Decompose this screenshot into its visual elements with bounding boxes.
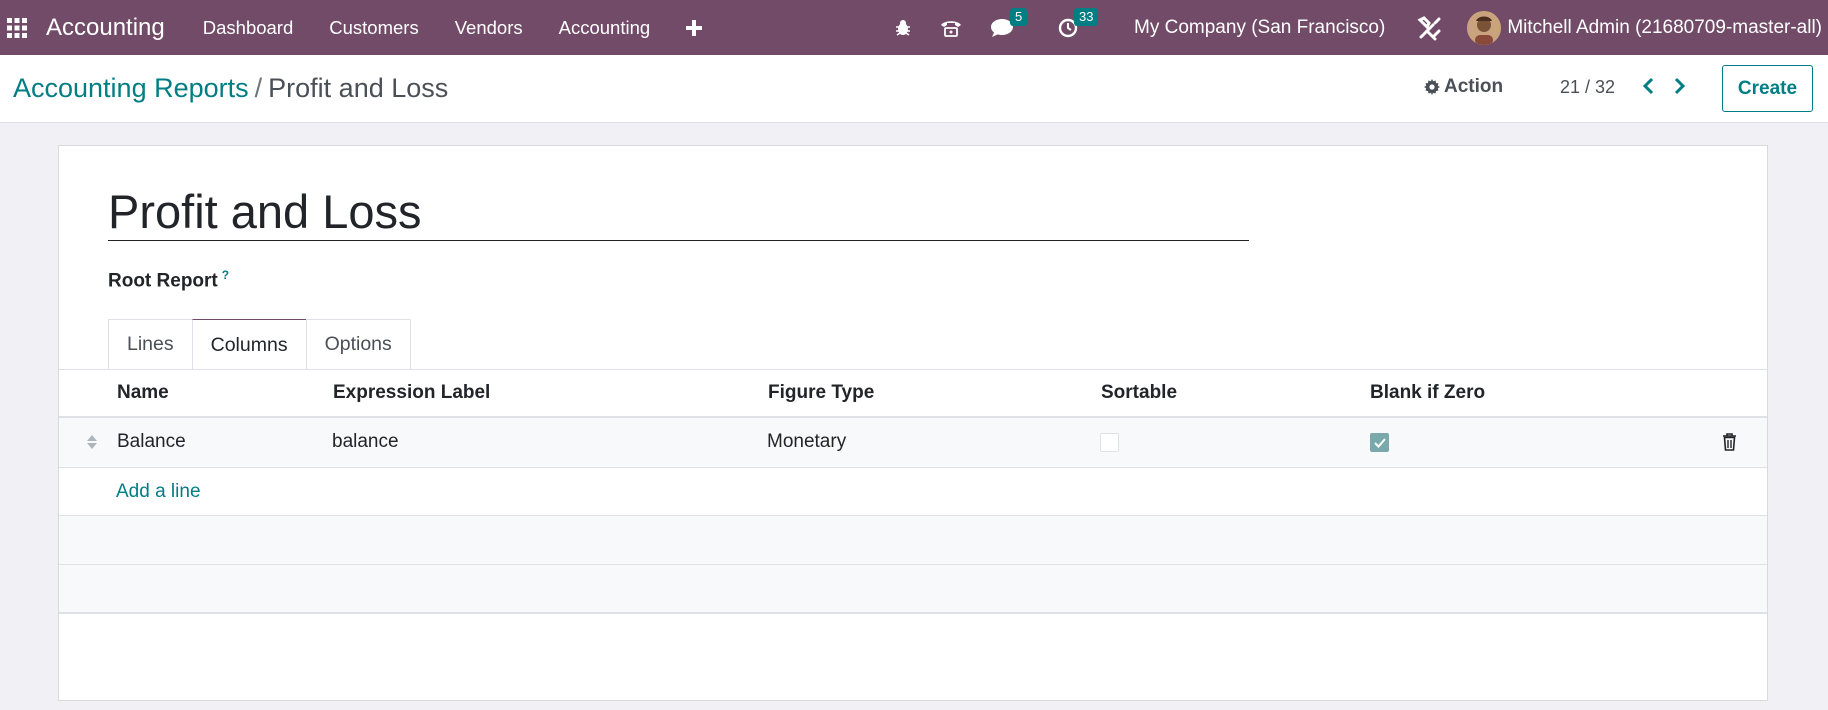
- debug-icon[interactable]: [880, 0, 926, 55]
- trash-icon[interactable]: [1722, 433, 1737, 457]
- tab-lines[interactable]: Lines: [108, 319, 193, 369]
- help-tooltip-icon[interactable]: ?: [222, 268, 229, 282]
- action-label: Action: [1444, 76, 1504, 97]
- columns-table: Name Expression Label Figure Type Sortab…: [59, 369, 1767, 614]
- pager-previous-icon[interactable]: [1641, 77, 1655, 100]
- root-report-label-text: Root Report: [108, 270, 218, 292]
- messages-count-badge: 5: [1010, 8, 1028, 26]
- sortable-checkbox[interactable]: [1100, 433, 1119, 452]
- add-line-row: Add a line: [59, 468, 1767, 516]
- checkmark-icon: [1373, 437, 1386, 448]
- empty-table-row: [59, 516, 1767, 565]
- pager-value[interactable]: 21 / 32: [1560, 77, 1615, 98]
- user-menu[interactable]: Mitchell Admin (21680709-master-all): [1501, 17, 1828, 39]
- notebook-tabs: Lines Columns Options: [108, 319, 411, 370]
- table-row[interactable]: Balance balance Monetary: [59, 418, 1767, 468]
- settings-tools-icon[interactable]: [1403, 0, 1457, 55]
- activities-count-badge: 33: [1074, 8, 1099, 26]
- pager-next-icon[interactable]: [1673, 77, 1687, 100]
- breadcrumb-current: Profit and Loss: [268, 73, 449, 103]
- add-menu-icon[interactable]: [668, 0, 720, 55]
- tab-options[interactable]: Options: [305, 319, 411, 369]
- root-report-label: Root Report?: [108, 268, 229, 292]
- table-header: Name Expression Label Figure Type Sortab…: [59, 370, 1767, 418]
- breadcrumb: Accounting Reports / Profit and Loss: [13, 73, 448, 104]
- menu-vendors[interactable]: Vendors: [437, 0, 541, 55]
- create-button[interactable]: Create: [1722, 65, 1813, 112]
- blank-if-zero-checkbox[interactable]: [1370, 433, 1389, 452]
- menu-dashboard[interactable]: Dashboard: [185, 0, 312, 55]
- header-name[interactable]: Name: [117, 382, 169, 404]
- phone-icon[interactable]: [926, 0, 976, 55]
- user-avatar[interactable]: [1467, 10, 1502, 45]
- add-a-line-link[interactable]: Add a line: [116, 481, 201, 503]
- action-button[interactable]: Action: [1424, 76, 1503, 98]
- top-navbar: Accounting Dashboard Customers Vendors A…: [0, 0, 1828, 55]
- apps-menu-icon[interactable]: [0, 0, 34, 55]
- messages-icon[interactable]: 5: [976, 0, 1044, 55]
- header-expression-label[interactable]: Expression Label: [333, 382, 490, 404]
- report-name-field[interactable]: Profit and Loss: [108, 186, 1249, 241]
- cell-name[interactable]: Balance: [117, 431, 186, 453]
- company-switcher[interactable]: My Company (San Francisco): [1116, 17, 1403, 39]
- cell-figure-type[interactable]: Monetary: [767, 431, 846, 453]
- header-blank-if-zero[interactable]: Blank if Zero: [1370, 382, 1485, 404]
- tab-columns[interactable]: Columns: [191, 319, 307, 370]
- cell-expression-label[interactable]: balance: [332, 431, 399, 453]
- drag-handle-icon[interactable]: [86, 434, 98, 456]
- header-sortable[interactable]: Sortable: [1101, 382, 1177, 404]
- breadcrumb-parent-link[interactable]: Accounting Reports: [13, 73, 249, 103]
- breadcrumb-separator: /: [254, 73, 263, 103]
- menu-customers[interactable]: Customers: [311, 0, 436, 55]
- activities-icon[interactable]: 33: [1044, 0, 1116, 55]
- empty-table-row: [59, 565, 1767, 614]
- control-panel: Accounting Reports / Profit and Loss Actio…: [0, 55, 1828, 123]
- header-figure-type[interactable]: Figure Type: [768, 382, 874, 404]
- gear-icon: [1424, 79, 1440, 95]
- app-brand[interactable]: Accounting: [46, 14, 165, 42]
- form-sheet: Profit and Loss Root Report? Lines Colum…: [58, 145, 1768, 701]
- menu-accounting[interactable]: Accounting: [541, 0, 669, 55]
